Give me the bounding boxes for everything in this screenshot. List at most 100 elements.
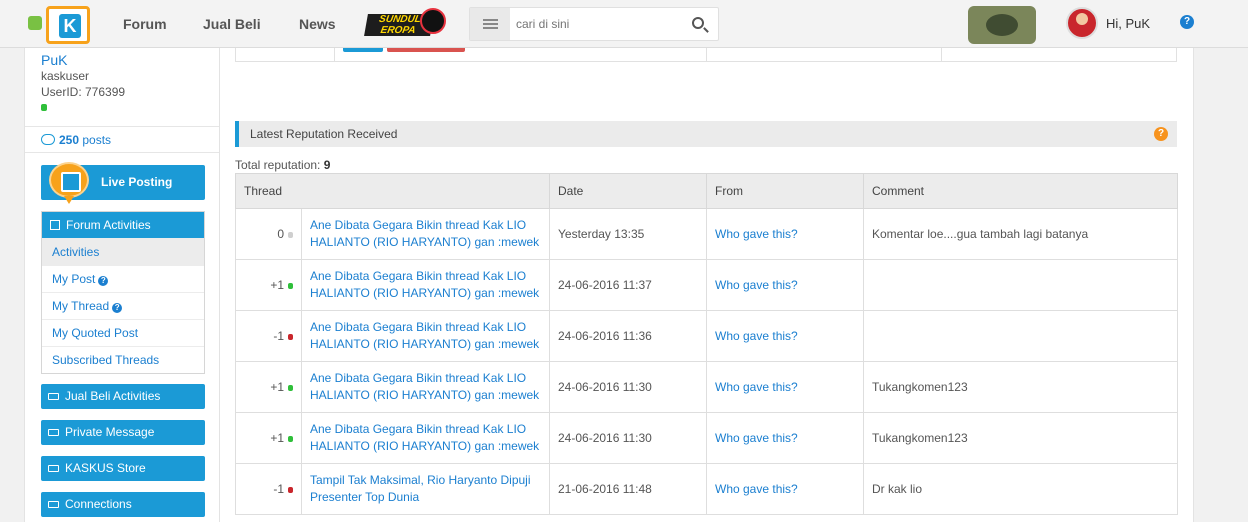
who-gave-this-link[interactable]: Who gave this? [715, 482, 798, 496]
search-input[interactable] [516, 14, 686, 34]
table-row: +1 Ane Dibata Gegara Bikin thread Kak LIO… [235, 259, 1178, 311]
hamburger-menu-button[interactable] [470, 8, 510, 40]
connections-button[interactable]: Connections [41, 492, 205, 517]
from-cell: Who gave this? [706, 463, 864, 515]
reputation-score-cell: -1 [235, 310, 302, 362]
comment-cell [863, 310, 1178, 362]
table-row: +1 Ane Dibata Gegara Bikin thread Kak LIO… [235, 412, 1178, 464]
search-bar [469, 7, 719, 41]
table-row: +1 Ane Dibata Gegara Bikin thread Kak LIO… [235, 361, 1178, 413]
connections-icon [48, 501, 59, 508]
date-cell: Yesterday 13:35 [549, 208, 707, 260]
help-icon[interactable]: ? [1180, 15, 1194, 29]
sundul-eropa-promo[interactable]: SUNDUL EROPA [364, 8, 446, 40]
from-cell: Who gave this? [706, 208, 864, 260]
reputation-status-icon [288, 435, 293, 442]
who-gave-this-link[interactable]: Who gave this? [715, 227, 798, 241]
soccer-ball-icon [420, 8, 446, 34]
thread-link[interactable]: Ane Dibata Gegara Bikin thread Kak LIO H… [310, 218, 539, 249]
user-greeting[interactable]: Hi, PuK [1106, 16, 1150, 31]
reputation-score: +1 [270, 430, 284, 445]
sidebar-item-my-thread[interactable]: My Thread? [42, 292, 204, 319]
nav-forum[interactable]: Forum [123, 16, 167, 32]
button-label: Connections [65, 497, 132, 511]
sidebar-item-label: My Thread [52, 299, 110, 313]
comment-cell: Dr kak lio [863, 463, 1178, 515]
reputation-status-icon [288, 333, 293, 340]
jual-beli-activities-button[interactable]: Jual Beli Activities [41, 384, 205, 409]
button-label: KASKUS Store [65, 461, 146, 475]
nav-jual-beli[interactable]: Jual Beli [203, 16, 261, 32]
column-header-date[interactable]: Date [549, 173, 707, 209]
reputation-score-cell: +1 [235, 259, 302, 311]
thread-cell: Ane Dibata Gegara Bikin thread Kak LIO H… [301, 361, 550, 413]
thread-cell: Ane Dibata Gegara Bikin thread Kak LIO H… [301, 259, 550, 311]
live-posting-pin-icon [49, 162, 89, 204]
sidebar-item-my-quoted-post[interactable]: My Quoted Post [42, 319, 204, 346]
kaskus-store-button[interactable]: KASKUS Store [41, 456, 205, 481]
store-icon [48, 465, 59, 472]
private-message-button[interactable]: Private Message [41, 420, 205, 445]
comment-cell: Tukangkomen123 [863, 412, 1178, 464]
total-reputation: Total reputation: 9 [235, 158, 330, 172]
logo-box: K [46, 6, 90, 44]
forum-activities-header[interactable]: Forum Activities [42, 212, 204, 238]
column-header-comment[interactable]: Comment [863, 173, 1178, 209]
user-id: UserID: 776399 [41, 85, 126, 99]
column-header-thread[interactable]: Thread [235, 173, 550, 209]
posts-count-link[interactable]: 250 posts [41, 133, 111, 147]
date-cell: 24-06-2016 11:30 [549, 361, 707, 413]
help-icon[interactable]: ? [98, 276, 109, 286]
date-cell: 24-06-2016 11:30 [549, 412, 707, 464]
table-header-row: Thread Date From Comment [235, 173, 1178, 209]
reputation-score: -1 [273, 328, 284, 343]
from-cell: Who gave this? [706, 412, 864, 464]
who-gave-this-link[interactable]: Who gave this? [715, 431, 798, 445]
total-value: 9 [323, 158, 331, 172]
online-status-icon [41, 104, 47, 111]
table-row: 0 Ane Dibata Gegara Bikin thread Kak LIO … [235, 208, 1178, 260]
divider [25, 126, 219, 127]
nav-news[interactable]: News [299, 16, 336, 32]
thread-link[interactable]: Ane Dibata Gegara Bikin thread Kak LIO H… [310, 269, 539, 300]
help-icon[interactable]: ? [1154, 127, 1168, 141]
search-icon[interactable] [692, 17, 704, 29]
divider [25, 152, 219, 153]
reputation-status-icon [288, 486, 293, 493]
thread-link[interactable]: Ane Dibata Gegara Bikin thread Kak LIO H… [310, 320, 539, 351]
section-header: Latest Reputation Received ? [235, 121, 1177, 147]
thread-cell: Ane Dibata Gegara Bikin thread Kak LIO H… [301, 208, 550, 260]
sidebar-item-subscribed-threads[interactable]: Subscribed Threads [42, 346, 204, 373]
comment-cell: Tukangkomen123 [863, 361, 1178, 413]
thread-link[interactable]: Ane Dibata Gegara Bikin thread Kak LIO H… [310, 422, 539, 453]
previous-blue-button[interactable] [343, 48, 383, 52]
kaskus-logo[interactable]: K [28, 4, 92, 48]
sidebar-item-my-post[interactable]: My Post? [42, 265, 204, 292]
who-gave-this-link[interactable]: Who gave this? [715, 278, 798, 292]
username[interactable]: PuK [41, 52, 67, 68]
posts-label: posts [82, 133, 112, 147]
comment-cell: Komentar loe....gua tambah lagi batanya [863, 208, 1178, 260]
previous-red-button[interactable] [387, 48, 465, 52]
thread-link[interactable]: Tampil Tak Maksimal, Rio Haryanto Dipuji… [310, 473, 531, 504]
reputation-status-icon [288, 384, 293, 391]
who-gave-this-link[interactable]: Who gave this? [715, 329, 798, 343]
button-label: Private Message [65, 425, 155, 439]
who-gave-this-link[interactable]: Who gave this? [715, 380, 798, 394]
speech-bubble-icon [41, 134, 55, 145]
thread-cell: Ane Dibata Gegara Bikin thread Kak LIO H… [301, 412, 550, 464]
help-icon[interactable]: ? [112, 303, 123, 313]
reputation-score: 0 [277, 226, 284, 241]
column-header-from[interactable]: From [706, 173, 864, 209]
reputation-status-icon [288, 282, 293, 289]
avatar[interactable] [1066, 7, 1098, 39]
sidebar-item-activities[interactable]: Activities [42, 238, 204, 265]
event-badge-icon[interactable] [968, 6, 1036, 44]
button-label: Jual Beli Activities [65, 389, 161, 403]
reputation-score: +1 [270, 277, 284, 292]
sidebar: PuK kaskuser UserID: 776399 250 posts Li… [24, 48, 220, 522]
thread-link[interactable]: Ane Dibata Gegara Bikin thread Kak LIO H… [310, 371, 539, 402]
reputation-score-cell: +1 [235, 412, 302, 464]
section-title: Latest Reputation Received [250, 127, 398, 141]
from-cell: Who gave this? [706, 310, 864, 362]
